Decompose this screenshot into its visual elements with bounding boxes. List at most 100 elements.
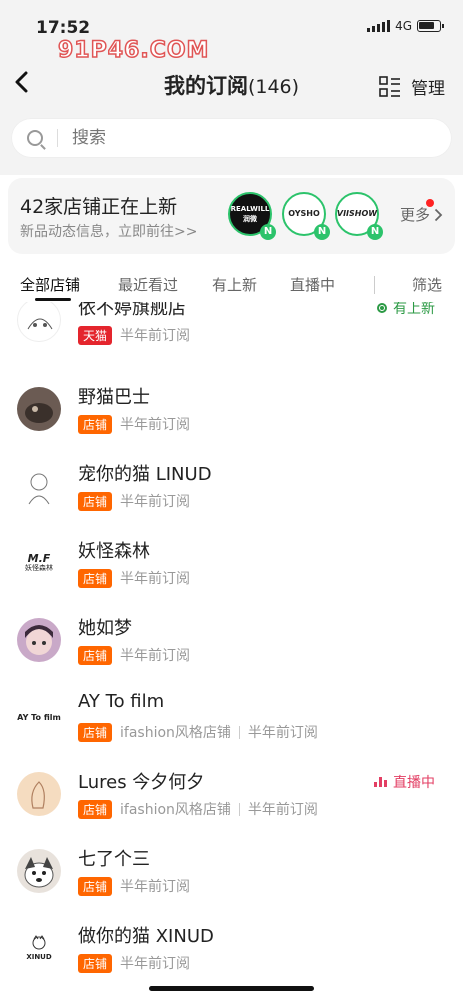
new-arrival-status: 有上新 — [377, 302, 435, 318]
subscribed-time: 半年前订阅 — [120, 417, 191, 433]
tmall-badge: 天猫 — [78, 325, 113, 345]
search-divider — [57, 129, 58, 147]
search-input[interactable] — [72, 128, 372, 148]
logo-text: REALWILL 润微 — [230, 205, 270, 223]
status-label: 直播中 — [393, 775, 435, 791]
shop-name: 野猫巴士 — [78, 387, 150, 408]
new-arrivals-subtitle[interactable]: 新品动态信息，立即前往>> — [20, 221, 197, 241]
avatar — [17, 387, 61, 431]
avatar-logo-text: AY To film — [17, 712, 61, 722]
shop-badge: 店铺 — [78, 799, 113, 819]
shop-name: AY To film — [78, 691, 165, 712]
shop-logo-realwill[interactable]: REALWILL 润微 N — [228, 192, 276, 240]
title-text: 我的订阅 — [163, 74, 248, 98]
list-item[interactable]: 宠你的猫 LINUD 店铺 半年前订阅 — [0, 456, 463, 533]
subscription-count: (146) — [247, 76, 300, 98]
shop-meta: 天猫 半年前订阅 — [78, 325, 190, 345]
battery-icon — [417, 20, 444, 32]
subscribed-time: 半年前订阅 — [120, 328, 191, 344]
list-item[interactable]: M.F 妖怪森林 妖怪森林 店铺 半年前订阅 — [0, 533, 463, 610]
meta-divider — [238, 725, 240, 739]
shop-meta: 店铺 ifashion风格店铺 半年前订阅 — [78, 799, 318, 819]
shop-category: ifashion风格店铺 — [120, 802, 231, 818]
status-time: 17:52 — [36, 18, 91, 38]
home-indicator — [149, 986, 314, 991]
avatar-logo-text: XINUD — [26, 952, 52, 961]
manage-button[interactable]: 管理 — [379, 74, 445, 99]
avatar-logo-text: M.F — [27, 552, 51, 565]
shop-logo-oysho[interactable]: OYSHO N — [282, 192, 330, 240]
list-item[interactable]: 依不婷旗舰店 天猫 半年前订阅 有上新 — [0, 302, 463, 367]
tab-recently-viewed[interactable]: 最近看过 — [118, 274, 178, 295]
tab-new-arrivals[interactable]: 有上新 — [212, 274, 257, 295]
list-item[interactable]: XINUD 做你的猫 XINUD 店铺 半年前订阅 — [0, 918, 463, 995]
new-arrivals-card[interactable]: 42家店铺正在上新 新品动态信息，立即前往>> REALWILL 润微 N OY… — [8, 178, 455, 254]
subscribed-time: 半年前订阅 — [120, 571, 191, 587]
shop-name: 妖怪森林 — [78, 541, 150, 562]
live-bars-icon — [374, 777, 387, 787]
shop-badge: 店铺 — [78, 568, 113, 588]
tab-live[interactable]: 直播中 — [290, 274, 335, 295]
tab-filter[interactable]: 筛选 — [412, 274, 442, 295]
new-badge-icon: N — [367, 224, 383, 240]
subscribed-time: 半年前订阅 — [120, 879, 191, 895]
more-label: 更多 — [399, 206, 430, 224]
status-right: 4G — [367, 19, 444, 33]
tab-all-shops[interactable]: 全部店铺 — [20, 274, 80, 295]
shop-meta: 店铺 ifashion风格店铺 半年前订阅 — [78, 722, 318, 742]
shop-meta: 店铺 半年前订阅 — [78, 568, 190, 588]
subscribed-time: 半年前订阅 — [120, 648, 191, 664]
shop-meta: 店铺 半年前订阅 — [78, 491, 190, 511]
avatar — [17, 772, 61, 816]
avatar: XINUD — [17, 926, 61, 970]
shop-name: 七了个三 — [78, 849, 150, 870]
shop-name: 做你的猫 XINUD — [78, 926, 214, 947]
live-status: 直播中 — [374, 772, 435, 792]
shop-name: Lures 今夕何夕 — [78, 772, 205, 793]
shop-badge: 店铺 — [78, 953, 113, 973]
avatar — [17, 464, 61, 508]
logo-text: OYSHO — [288, 209, 320, 218]
shop-meta: 店铺 半年前订阅 — [78, 953, 190, 973]
nav-bar: 我的订阅(146) 管理 — [0, 60, 463, 112]
status-label: 有上新 — [393, 302, 435, 317]
avatar — [17, 302, 61, 342]
shop-badge: 店铺 — [78, 414, 113, 434]
shop-name: 宠你的猫 LINUD — [78, 464, 212, 485]
subscribed-time: 半年前订阅 — [247, 725, 318, 741]
active-tab-indicator — [35, 298, 71, 301]
more-button[interactable]: 更多 — [399, 199, 443, 225]
list-item[interactable]: 七了个三 店铺 半年前订阅 — [0, 841, 463, 918]
list-item[interactable]: 她如梦 店铺 半年前订阅 — [0, 610, 463, 687]
subscribed-time: 半年前订阅 — [247, 802, 318, 818]
shop-logo-viishow[interactable]: VIISHOW N — [335, 192, 383, 240]
meta-divider — [238, 802, 240, 816]
shop-name: 依不婷旗舰店 — [78, 302, 186, 319]
manage-list-icon — [379, 75, 401, 98]
avatar — [17, 618, 61, 662]
chevron-right-icon — [434, 208, 443, 221]
network-label: 4G — [395, 19, 412, 33]
shop-badge: 店铺 — [78, 722, 113, 742]
list-item[interactable]: Lures 今夕何夕 店铺 ifashion风格店铺 半年前订阅 直播中 — [0, 764, 463, 841]
list-item[interactable]: AY To film AY To film 店铺 ifashion风格店铺 半年… — [0, 687, 463, 764]
shop-meta: 店铺 半年前订阅 — [78, 414, 190, 434]
search-icon — [27, 130, 43, 146]
shop-name: 她如梦 — [78, 618, 132, 639]
avatar — [17, 849, 61, 893]
avatar: AY To film — [17, 695, 61, 739]
search-bar[interactable] — [11, 118, 452, 158]
new-badge-icon: N — [314, 224, 330, 240]
notification-dot — [425, 199, 434, 207]
filter-tabs: 全部店铺 最近看过 有上新 直播中 筛选 — [0, 262, 463, 302]
subscribed-time: 半年前订阅 — [120, 956, 191, 972]
new-dot-icon — [377, 303, 387, 313]
shop-badge: 店铺 — [78, 645, 113, 665]
shop-meta: 店铺 半年前订阅 — [78, 876, 190, 896]
shop-badge: 店铺 — [78, 491, 113, 511]
list-item[interactable]: 野猫巴士 店铺 半年前订阅 — [0, 379, 463, 456]
new-arrivals-title: 42家店铺正在上新 — [20, 196, 178, 218]
new-badge-icon: N — [260, 224, 276, 240]
subscribed-time: 半年前订阅 — [120, 494, 191, 510]
signal-icon — [367, 20, 391, 32]
